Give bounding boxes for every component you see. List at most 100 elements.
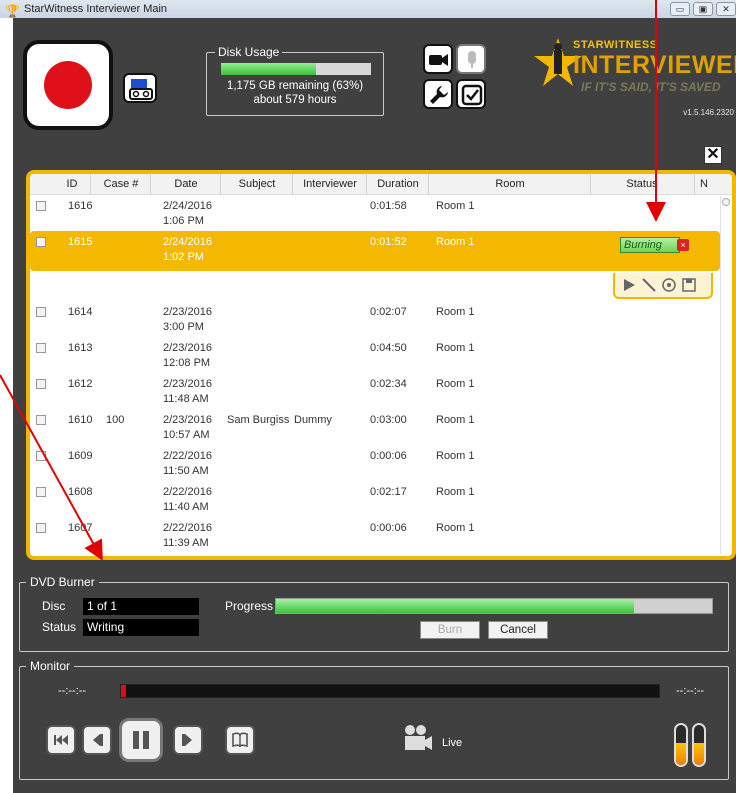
book-icon bbox=[232, 732, 248, 748]
cancel-burn-icon[interactable]: × bbox=[677, 239, 689, 251]
column-header-case[interactable]: Case # bbox=[92, 178, 150, 190]
close-panel-button[interactable]: ✕ bbox=[704, 146, 722, 164]
disc-value: 1 of 1 bbox=[83, 598, 199, 615]
cell-duration: 0:00:06 bbox=[370, 450, 407, 462]
column-header-status[interactable]: Status bbox=[592, 178, 692, 190]
column-header-interviewer[interactable]: Interviewer bbox=[294, 178, 366, 190]
table-row[interactable]: 1610 100 2/23/2016 10:57 AM Sam Burgiss Dummy… bbox=[30, 409, 720, 445]
playhead[interactable] bbox=[121, 685, 126, 697]
table-row[interactable]: 1613 2/23/2016 12:08 PM 0:04:50 Room 1 bbox=[30, 337, 720, 373]
cell-date: 2/22/2016 bbox=[163, 557, 212, 560]
save-icon[interactable] bbox=[681, 277, 697, 293]
table-row[interactable]: 1607 2/22/2016 11:39 AM 0:00:06 Room 1 bbox=[30, 517, 720, 553]
cell-time: 11:40 AM bbox=[163, 501, 209, 513]
cell-duration: 0:02:34 bbox=[370, 378, 407, 390]
cell-room: Room 1 bbox=[436, 557, 475, 560]
logo-brand-top: STARWITNESS bbox=[573, 39, 658, 51]
cell-id: 1608 bbox=[68, 486, 93, 498]
cell-date: 2/23/2016 bbox=[163, 378, 212, 390]
cell-room: Room 1 bbox=[436, 378, 475, 390]
playback-timeline[interactable] bbox=[120, 684, 660, 698]
dvd-burner-legend: DVD Burner bbox=[26, 575, 99, 589]
cell-duration: 0:01:58 bbox=[370, 200, 407, 212]
monitor-legend: Monitor bbox=[26, 659, 75, 673]
column-header-date[interactable]: Date bbox=[152, 178, 220, 190]
row-checkbox[interactable] bbox=[36, 523, 46, 533]
disc-label: Disc bbox=[42, 599, 66, 613]
table-row[interactable]: 1612 2/23/2016 11:48 AM 0:02:34 Room 1 bbox=[30, 373, 720, 409]
pause-button[interactable] bbox=[119, 718, 163, 762]
cell-date: 2/24/2016 bbox=[163, 200, 212, 212]
disk-remaining: 1,175 GB remaining (63%) bbox=[226, 80, 364, 92]
cell-case: 100 bbox=[106, 414, 125, 426]
step-forward-button[interactable] bbox=[173, 725, 203, 755]
row-checkbox[interactable] bbox=[36, 307, 46, 317]
maximize-button[interactable]: ▣ bbox=[693, 2, 713, 16]
disc-icon[interactable] bbox=[661, 277, 677, 293]
window-titlebar: 🏆 StarWitness Interviewer Main ▭ ▣ ✕ bbox=[0, 0, 736, 18]
cell-date: 2/23/2016 bbox=[163, 306, 212, 318]
burn-button[interactable]: Burn bbox=[420, 621, 480, 639]
row-checkbox[interactable] bbox=[36, 451, 46, 461]
checklist-button[interactable] bbox=[456, 79, 486, 109]
table-scrollbar[interactable] bbox=[720, 196, 730, 554]
row-checkbox[interactable] bbox=[36, 379, 46, 389]
step-back-button[interactable] bbox=[82, 725, 112, 755]
table-row[interactable]: 1609 2/22/2016 11:50 AM 0:00:06 Room 1 bbox=[30, 445, 720, 481]
column-header-id[interactable]: ID bbox=[60, 178, 84, 190]
cassette-icon bbox=[129, 79, 153, 100]
row-checkbox[interactable] bbox=[36, 559, 46, 560]
status-badge: Burning × bbox=[620, 237, 689, 253]
record-button[interactable] bbox=[23, 40, 113, 130]
close-window-button[interactable]: ✕ bbox=[716, 2, 736, 16]
cell-id: 1607 bbox=[68, 522, 93, 534]
table-row[interactable]: 1614 2/23/2016 3:00 PM 0:02:07 Room 1 bbox=[30, 301, 720, 337]
row-checkbox[interactable] bbox=[36, 487, 46, 497]
cell-room: Room 1 bbox=[436, 342, 475, 354]
column-header-subject[interactable]: Subject bbox=[222, 178, 292, 190]
step-forward-icon bbox=[182, 734, 192, 746]
bookmark-button[interactable] bbox=[225, 725, 255, 755]
cassette-button[interactable] bbox=[123, 73, 157, 103]
cell-duration: 0:04:50 bbox=[370, 342, 407, 354]
table-row[interactable]: 1608 2/22/2016 11:40 AM 0:02:17 Room 1 bbox=[30, 481, 720, 517]
cell-duration: 0:01:52 bbox=[370, 236, 407, 248]
table-row[interactable]: 1606 2/22/2016 0:04:35 Room 1 bbox=[30, 553, 720, 560]
disk-hours: about 579 hours bbox=[253, 94, 337, 106]
audio-meter-left bbox=[674, 723, 688, 767]
edit-pen-icon[interactable] bbox=[641, 277, 657, 293]
cell-time: 11:50 AM bbox=[163, 465, 209, 477]
step-back-icon bbox=[93, 734, 103, 746]
microphone-button[interactable] bbox=[456, 44, 486, 74]
version-label: v1.5.146.2320 bbox=[683, 108, 734, 117]
audio-level-right bbox=[694, 743, 704, 765]
row-action-toolbar bbox=[613, 273, 713, 299]
column-header-notes[interactable]: N bbox=[696, 178, 712, 190]
row-checkbox[interactable] bbox=[36, 201, 46, 211]
row-checkbox[interactable] bbox=[36, 415, 46, 425]
microphone-icon bbox=[468, 51, 476, 68]
cancel-button[interactable]: Cancel bbox=[488, 621, 548, 639]
video-camera-button[interactable] bbox=[423, 44, 453, 74]
row-checkbox[interactable] bbox=[36, 237, 46, 247]
cell-date: 2/24/2016 bbox=[163, 236, 212, 248]
row-checkbox[interactable] bbox=[36, 343, 46, 353]
scroll-thumb[interactable] bbox=[722, 198, 730, 206]
cell-id: 1612 bbox=[68, 378, 93, 390]
column-header-room[interactable]: Room bbox=[430, 178, 590, 190]
skip-start-button[interactable] bbox=[46, 725, 76, 755]
cell-room: Room 1 bbox=[436, 414, 475, 426]
row-actions bbox=[30, 271, 720, 301]
recordings-table: ID Case # Date Subject Interviewer Durat… bbox=[26, 170, 736, 560]
cell-time: 3:00 PM bbox=[163, 321, 204, 333]
settings-wrench-button[interactable] bbox=[423, 79, 453, 109]
column-header-duration[interactable]: Duration bbox=[368, 178, 428, 190]
disk-usage-legend: Disk Usage bbox=[215, 45, 283, 59]
play-icon[interactable] bbox=[621, 277, 637, 293]
table-row[interactable]: 1616 2/24/2016 1:06 PM 0:01:58 Room 1 bbox=[30, 195, 720, 231]
table-row[interactable]: 1615 2/24/2016 1:02 PM 0:01:52 Room 1 Burning… bbox=[30, 231, 720, 271]
window-controls: ▭ ▣ ✕ bbox=[670, 2, 736, 16]
minimize-button[interactable]: ▭ bbox=[670, 2, 690, 16]
time-elapsed: --:--:-- bbox=[58, 685, 87, 697]
cell-duration: 0:04:35 bbox=[370, 557, 407, 560]
